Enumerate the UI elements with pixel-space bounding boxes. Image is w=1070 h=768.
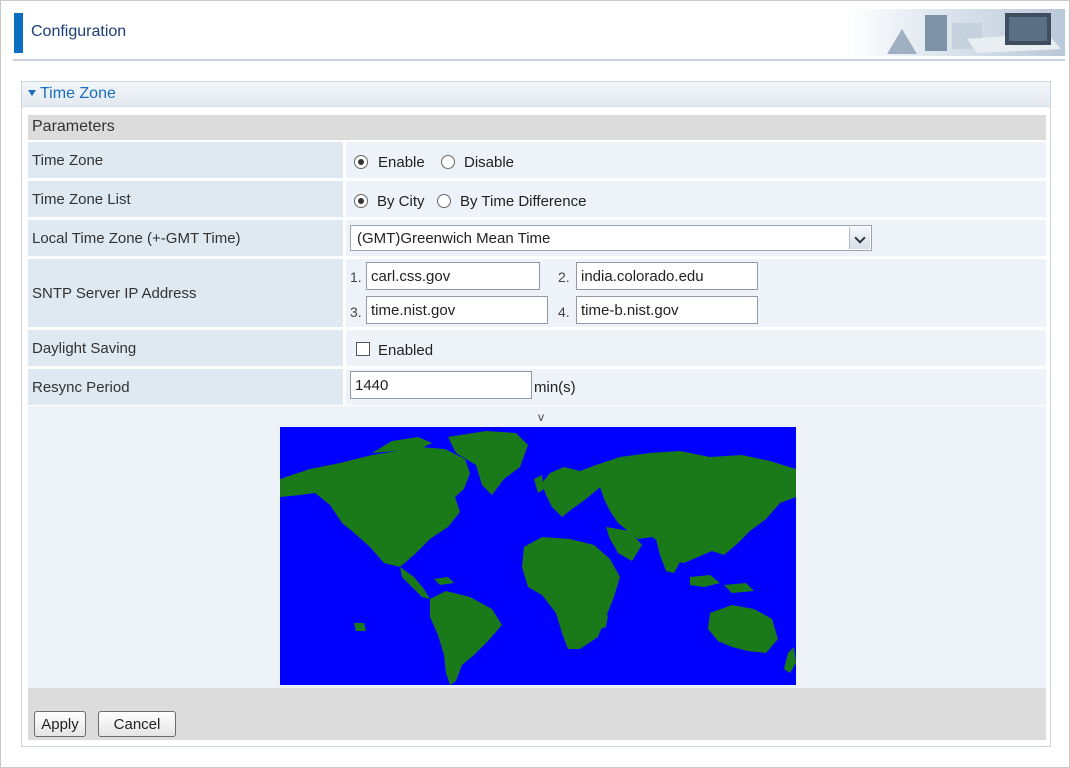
sntp-label: SNTP Server IP Address — [28, 259, 343, 327]
daylight-saving-checkbox-label[interactable]: Enabled — [378, 342, 433, 359]
page-header: Configuration — [1, 1, 1069, 61]
daylight-saving-label: Daylight Saving — [28, 330, 343, 366]
sntp-server-3-input[interactable] — [366, 296, 548, 324]
local-time-zone-value: (GMT)Greenwich Mean Time — [346, 220, 1046, 256]
world-map[interactable] — [280, 427, 796, 685]
resync-period-unit: min(s) — [534, 379, 576, 396]
panel-header[interactable]: Time Zone — [22, 82, 1050, 107]
form-footer: Apply Cancel — [28, 688, 1046, 740]
apply-button[interactable]: Apply — [34, 711, 86, 737]
sntp-value: 1. 2. 3. 4. — [346, 259, 1046, 327]
row-time-zone-list: Time Zone List By City By Time Differenc… — [28, 181, 1046, 217]
map-pacific-islands — [354, 623, 366, 631]
daylight-saving-checkbox[interactable] — [356, 342, 370, 356]
time-zone-map-area: v — [28, 406, 1046, 688]
cancel-button[interactable]: Cancel — [98, 711, 176, 737]
time-zone-disable-label[interactable]: Disable — [464, 154, 514, 171]
panel-title: Time Zone — [40, 85, 116, 102]
resync-period-label: Resync Period — [28, 369, 343, 405]
time-zone-list-value: By City By Time Difference — [346, 181, 1046, 217]
row-daylight-saving: Daylight Saving Enabled — [28, 330, 1046, 366]
sntp-server-4-number: 4. — [558, 304, 570, 320]
local-time-zone-selected: (GMT)Greenwich Mean Time — [357, 230, 551, 247]
time-zone-enable-radio[interactable] — [354, 155, 368, 169]
time-zone-disable-radio[interactable] — [441, 155, 455, 169]
row-local-time-zone: Local Time Zone (+-GMT Time) (GMT)Greenw… — [28, 220, 1046, 256]
time-zone-enable-label[interactable]: Enable — [378, 154, 425, 171]
chevron-down-icon[interactable] — [849, 227, 870, 249]
row-sntp-servers: SNTP Server IP Address 1. 2. 3. 4. — [28, 259, 1046, 327]
caret-down-icon — [28, 90, 36, 96]
by-city-label[interactable]: By City — [377, 193, 425, 210]
parameters-label: Parameters — [32, 118, 115, 135]
page-frame: Configuration Time Zone Parameters Time … — [0, 0, 1070, 768]
sntp-server-3-number: 3. — [350, 304, 362, 320]
time-zone-value: Enable Disable — [346, 142, 1046, 178]
local-time-zone-select[interactable]: (GMT)Greenwich Mean Time — [350, 225, 872, 251]
sntp-server-1-number: 1. — [350, 269, 362, 285]
parameters-heading: Parameters — [28, 115, 1046, 140]
resync-period-value: min(s) — [346, 369, 1046, 405]
by-city-radio[interactable] — [354, 194, 368, 208]
daylight-saving-value: Enabled — [346, 330, 1046, 366]
time-zone-list-label: Time Zone List — [28, 181, 343, 217]
by-time-difference-radio[interactable] — [437, 194, 451, 208]
resync-period-input[interactable] — [350, 371, 532, 399]
page-title: Configuration — [31, 23, 127, 40]
header-accent-bar — [14, 13, 23, 53]
map-zone-marker: v — [538, 410, 544, 424]
sntp-server-2-input[interactable] — [576, 262, 758, 290]
time-zone-panel: Time Zone Parameters Time Zone Enable Di… — [21, 81, 1051, 747]
row-resync-period: Resync Period min(s) — [28, 369, 1046, 405]
local-time-zone-label: Local Time Zone (+-GMT Time) — [28, 220, 343, 256]
sntp-server-1-input[interactable] — [366, 262, 540, 290]
sntp-server-4-input[interactable] — [576, 296, 758, 324]
header-banner-image — [847, 9, 1065, 56]
header-divider — [13, 59, 1065, 61]
by-time-difference-label[interactable]: By Time Difference — [460, 193, 586, 210]
row-time-zone: Time Zone Enable Disable — [28, 142, 1046, 178]
time-zone-label: Time Zone — [28, 142, 343, 178]
sntp-server-2-number: 2. — [558, 269, 570, 285]
